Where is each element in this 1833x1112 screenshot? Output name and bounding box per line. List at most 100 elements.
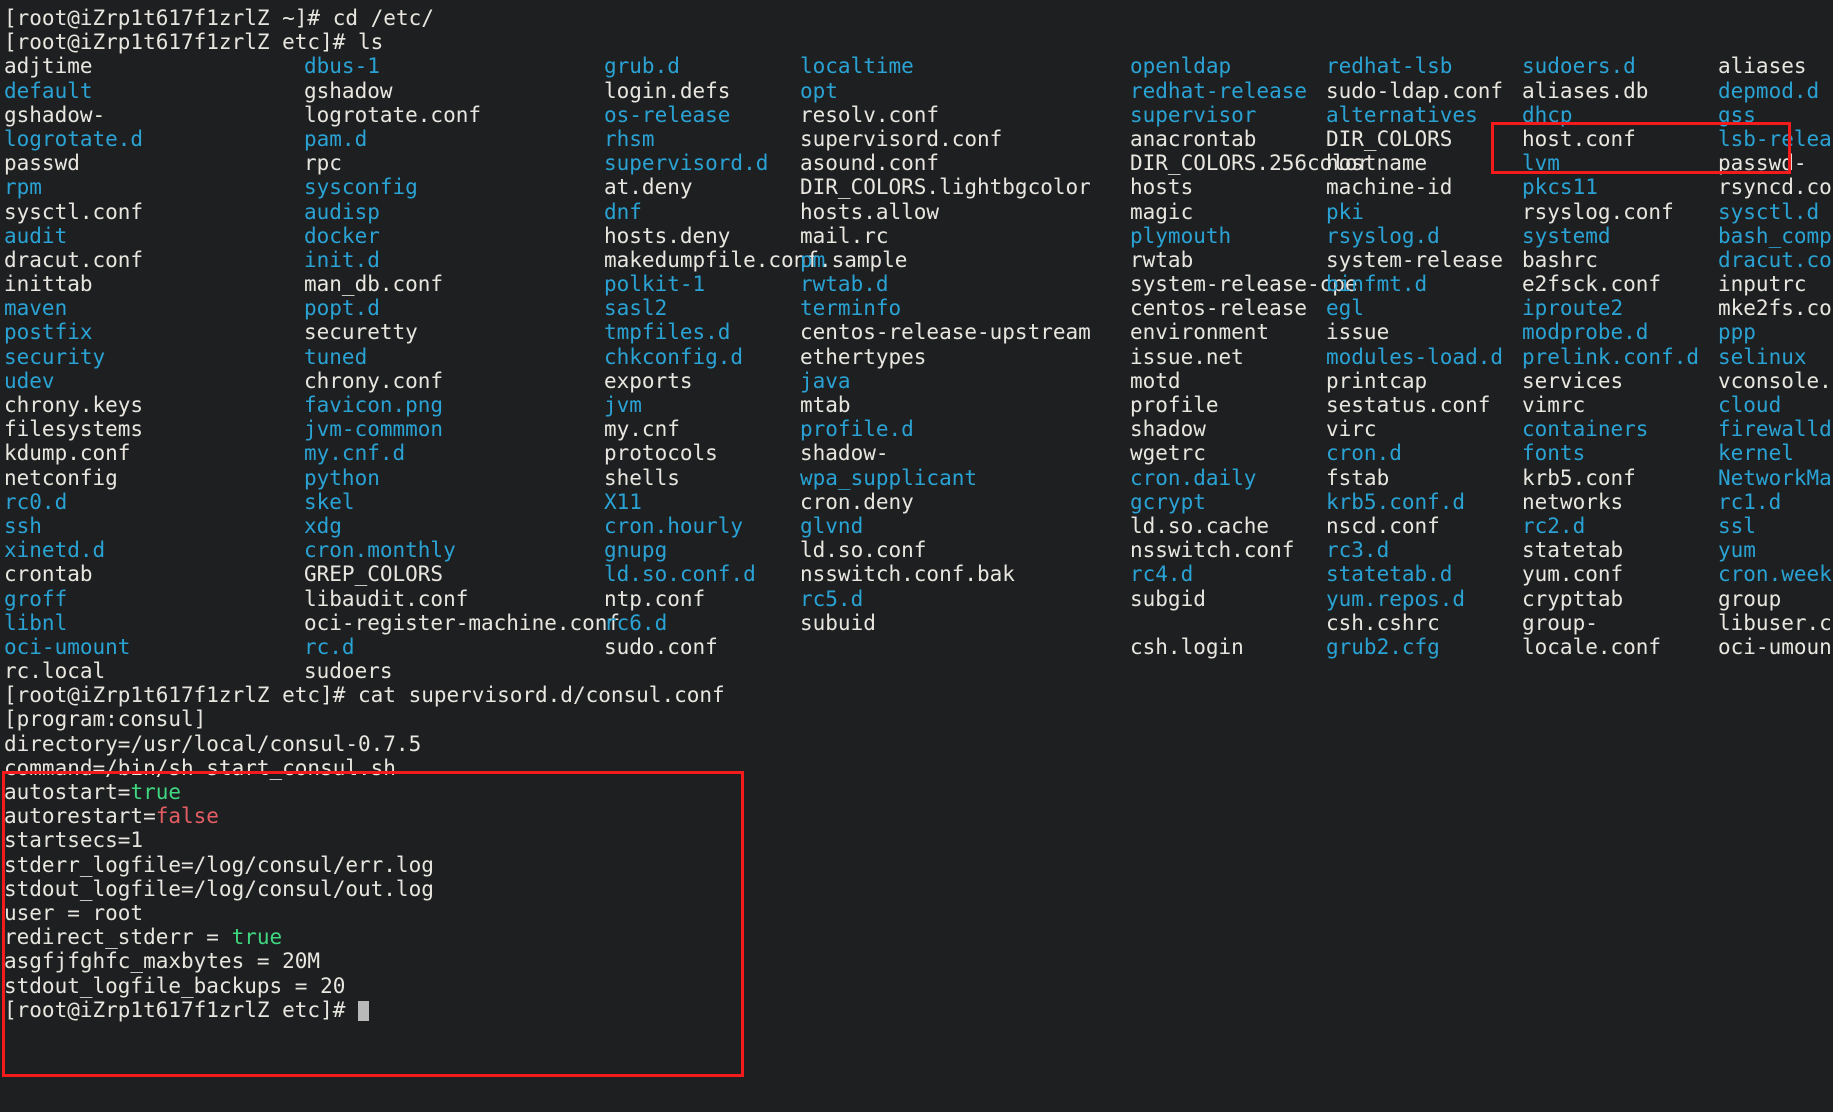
file-name: environment xyxy=(1130,320,1270,345)
ls-entry: magic xyxy=(1130,200,1326,224)
file-name: hosts xyxy=(1130,175,1194,200)
directory-name: redhat-release xyxy=(1130,78,1308,103)
directory-name: systemd xyxy=(1522,223,1611,248)
shell-prompt-etc-2: [root@iZrp1t617f1zrlZ etc]# xyxy=(4,683,359,708)
ls-entry: popt.d xyxy=(304,296,604,320)
ls-entry: exports xyxy=(604,369,800,393)
ls-entry: ssh xyxy=(4,514,304,538)
ls-output-grid: adjtime dbus-1 grub.d localtime openldap redh… xyxy=(4,54,1833,683)
file-name: networks xyxy=(1522,489,1624,514)
file-name: securetty xyxy=(304,320,418,345)
ls-entry: fonts xyxy=(1522,441,1718,465)
config-line-value: true xyxy=(130,780,182,804)
directory-name: selinux xyxy=(1718,344,1807,369)
directory-name: default xyxy=(4,78,93,103)
directory-name: pm xyxy=(800,247,826,272)
directory-name: grub2.cfg xyxy=(1326,634,1440,659)
directory-name: cron.monthly xyxy=(304,538,456,563)
ls-entry: environment xyxy=(1130,320,1326,344)
directory-name: postfix xyxy=(4,320,93,345)
ls-entry: supervisord.d xyxy=(604,151,800,175)
ls-entry: rc5.d xyxy=(800,587,1130,611)
file-name: ethertypes xyxy=(800,344,927,369)
ls-entry: sysconfig xyxy=(304,175,604,199)
file-name: rsyslog.conf xyxy=(1522,199,1674,224)
ls-entry: sudoers xyxy=(304,659,604,683)
ls-entry: dhcp xyxy=(1522,103,1718,127)
ls-entry: gcrypt xyxy=(1130,490,1326,514)
ls-entry: fstab xyxy=(1326,466,1522,490)
directory-name: openldap xyxy=(1130,54,1232,79)
ls-entry: dbus-1 xyxy=(304,54,604,78)
ls-entry: man_db.conf xyxy=(304,272,604,296)
ls-entry: networks xyxy=(1522,490,1718,514)
file-name: filesystems xyxy=(4,417,144,442)
ls-entry: makedumpfile.conf.sample xyxy=(604,248,907,272)
file-name: machine-id xyxy=(1326,175,1453,200)
file-name: sestatus.conf xyxy=(1326,393,1491,417)
command-line-cd: [root@iZrp1t617f1zrlZ ~]# cd /etc/ xyxy=(4,6,1833,30)
directory-name: X11 xyxy=(604,489,642,514)
ls-entry: rc.d xyxy=(304,635,604,659)
ls-entry: anacrontab xyxy=(1130,127,1326,151)
ls-entry: cron.deny xyxy=(800,490,1130,514)
ls-entry: ld.so.conf.d xyxy=(604,562,800,586)
command-text-ls: ls xyxy=(358,30,384,55)
ls-entry: group xyxy=(1718,587,1833,611)
ls-entry-empty xyxy=(1130,611,1326,635)
file-name: ld.so.cache xyxy=(1130,513,1270,538)
ls-entry: containers xyxy=(1522,417,1718,441)
directory-name: skel xyxy=(304,489,355,514)
ls-entry: glvnd xyxy=(800,514,1130,538)
directory-name: rpm xyxy=(4,175,42,200)
directory-name: prelink.conf.d xyxy=(1522,344,1700,369)
ls-entry: rhsm xyxy=(604,127,800,151)
directory-name: krb5.conf.d xyxy=(1326,489,1466,514)
directory-name: libnl xyxy=(4,610,68,635)
file-name: printcap xyxy=(1326,368,1428,393)
ls-entry: crypttab xyxy=(1522,587,1718,611)
ls-entry: sudo-ldap.conf xyxy=(1326,79,1522,103)
file-name: subgid xyxy=(1130,586,1206,611)
ls-entry: profile.d xyxy=(800,417,1130,441)
ls-entry: skel xyxy=(304,490,604,514)
directory-name: cron.d xyxy=(1326,441,1402,466)
ls-entry: hosts xyxy=(1130,175,1326,199)
directory-name: dracut.conf.d xyxy=(1718,247,1833,272)
ls-entry: motd xyxy=(1130,369,1326,393)
file-name: anacrontab xyxy=(1130,126,1257,151)
directory-name: cron.daily xyxy=(1130,465,1257,490)
ls-entry: dnf xyxy=(604,200,800,224)
ls-entry: services xyxy=(1522,369,1718,393)
ls-entry: passwd- xyxy=(1718,151,1833,175)
ls-entry: mail.rc xyxy=(800,224,1130,248)
config-file-output: [program:consul] directory=/usr/local/con… xyxy=(4,707,1833,997)
directory-name: redhat-lsb xyxy=(1326,54,1453,79)
ls-entry: cron.monthly xyxy=(304,538,604,562)
ls-entry: printcap xyxy=(1326,369,1522,393)
ls-entry: opt xyxy=(800,79,1130,103)
directory-name: yum xyxy=(1718,538,1756,563)
ls-entry: asound.conf xyxy=(800,151,1130,175)
file-name: locale.conf xyxy=(1522,634,1662,659)
ls-entry: jvm xyxy=(604,393,800,417)
ls-entry: rsyslog.conf xyxy=(1522,200,1718,224)
terminal-window[interactable]: [root@iZrp1t617f1zrlZ ~]# cd /etc/ [root… xyxy=(0,0,1833,1112)
file-name: libaudit.conf xyxy=(304,586,469,611)
directory-name: pkcs11 xyxy=(1522,175,1598,200)
file-name: ntp.conf xyxy=(604,586,706,611)
ls-entry: supervisor xyxy=(1130,103,1326,127)
ls-entry: csh.login xyxy=(1130,635,1326,659)
file-name: vimrc xyxy=(1522,393,1586,417)
file-name: my.cnf xyxy=(604,417,680,442)
file-name: chrony.keys xyxy=(4,393,144,417)
directory-name: alternatives xyxy=(1326,102,1478,127)
ls-entry: selinux xyxy=(1718,345,1833,369)
ls-entry: oci-register-machine.conf xyxy=(304,611,620,635)
ls-entry: issue.net xyxy=(1130,345,1326,369)
directory-name: rc5.d xyxy=(800,586,864,611)
ls-entry: centos-release xyxy=(1130,296,1326,320)
directory-name: profile.d xyxy=(800,417,914,442)
ls-entry: iproute2 xyxy=(1522,296,1718,320)
ls-entry: e2fsck.conf xyxy=(1522,272,1718,296)
